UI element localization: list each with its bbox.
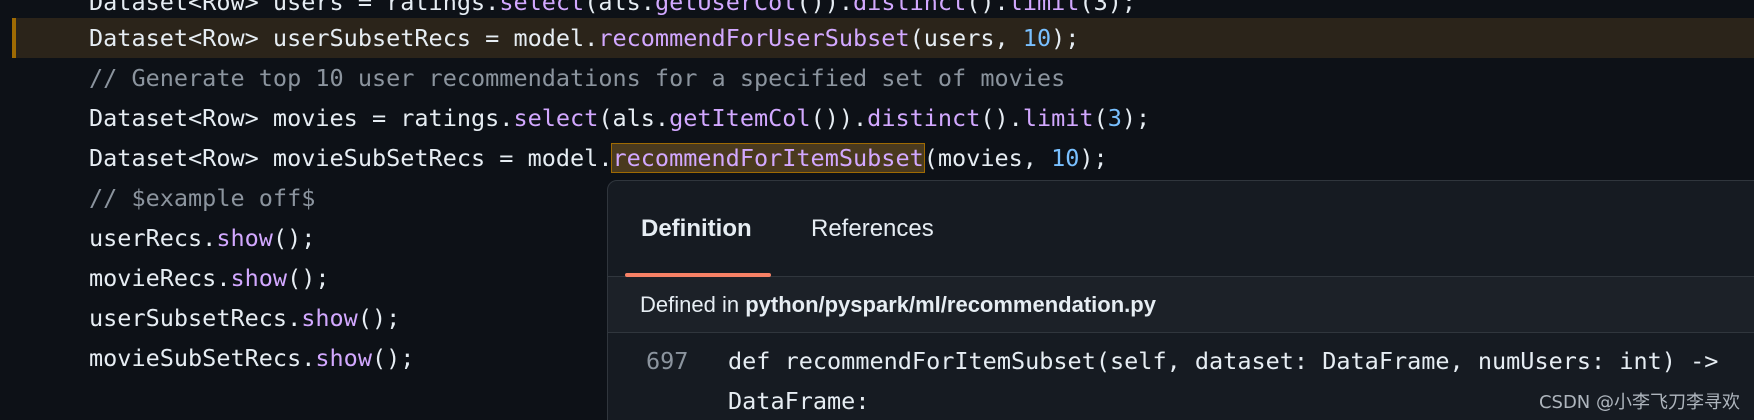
definition-code-continued: DataFrame:	[728, 387, 870, 415]
code-method: limit	[1008, 0, 1080, 16]
code-text: (als.	[598, 104, 670, 132]
definition-code[interactable]: def recommendForItemSubset(self, dataset…	[728, 347, 1718, 375]
code-line: Dataset<Row> movies = ratings.select(als…	[89, 98, 1150, 138]
code-text: ().	[980, 104, 1023, 132]
code-line: Dataset<Row> movieSubSetRecs = model.rec…	[89, 138, 1108, 178]
defined-in-bar: Defined in python/pyspark/ml/recommendat…	[608, 277, 1754, 333]
code-text: ();	[272, 224, 316, 252]
code-text: (	[1093, 104, 1108, 132]
code-text: );	[1121, 104, 1151, 132]
code-text: ();	[357, 304, 401, 332]
code-text: );	[1079, 144, 1108, 172]
code-text: (movies,	[923, 144, 1052, 172]
code-text: Dataset<Row> movieSubSetRecs = model.	[89, 144, 613, 172]
tab-definition[interactable]: Definition	[641, 207, 752, 251]
code-method[interactable]: getItemCol	[669, 104, 810, 132]
code-method: select	[499, 0, 585, 16]
code-method[interactable]: distinct	[867, 104, 980, 132]
code-method[interactable]: select	[513, 104, 598, 132]
code-text: ();	[371, 344, 415, 372]
code-text: (als.	[584, 0, 655, 16]
code-text: movieSubSetRecs.	[89, 344, 316, 372]
code-text: );	[1051, 24, 1080, 52]
code-method[interactable]: recommendForUserSubset	[598, 24, 909, 52]
code-line: userRecs.show();	[89, 218, 315, 258]
code-method[interactable]: show	[230, 264, 287, 292]
selected-symbol[interactable]: recommendForItemSubset	[611, 143, 925, 173]
code-text: Dataset<Row> users = ratings.	[89, 0, 500, 16]
symbol-definition-popup: Definition References Defined in python/…	[607, 180, 1754, 420]
code-method[interactable]: limit	[1023, 104, 1094, 132]
defined-in-path-link[interactable]: python/pyspark/ml/recommendation.py	[745, 292, 1156, 317]
code-number: 10	[1022, 24, 1052, 52]
code-text: ()).	[810, 104, 868, 132]
code-comment: // $example off$	[89, 184, 316, 212]
code-text: ()).	[796, 0, 854, 16]
code-text: ();	[287, 264, 330, 292]
code-text: ().	[966, 0, 1009, 16]
code-text: Dataset<Row> movies = ratings.	[89, 104, 514, 132]
code-method: getUserCol	[654, 0, 797, 16]
code-method[interactable]: show	[315, 344, 372, 372]
code-text: userSubsetRecs.	[89, 304, 302, 332]
popup-tab-bar: Definition References	[608, 181, 1754, 277]
code-number: 3	[1107, 104, 1122, 132]
code-method[interactable]: show	[301, 304, 358, 332]
code-text: userRecs.	[89, 224, 217, 252]
code-text: movieRecs.	[89, 264, 231, 292]
code-method: distinct	[853, 0, 967, 16]
line-number: 697	[646, 347, 689, 375]
code-number: 10	[1051, 144, 1080, 172]
code-line-highlighted: Dataset<Row> userSubsetRecs = model.reco…	[12, 18, 1754, 58]
code-text: (3);	[1079, 0, 1137, 16]
code-line: movieRecs.show();	[89, 258, 330, 298]
code-line: userSubsetRecs.show();	[89, 298, 400, 338]
tab-references[interactable]: References	[811, 207, 934, 251]
defined-in-label: Defined in	[640, 292, 746, 317]
code-comment: // Generate top 10 user recommendations …	[89, 64, 1066, 92]
code-text: (users,	[909, 24, 1023, 52]
code-line: movieSubSetRecs.show();	[89, 338, 414, 378]
csdn-watermark: CSDN @小李飞刀李寻欢	[1538, 392, 1740, 413]
code-method[interactable]: show	[216, 224, 273, 252]
code-text: Dataset<Row> userSubsetRecs = model.	[89, 24, 599, 52]
